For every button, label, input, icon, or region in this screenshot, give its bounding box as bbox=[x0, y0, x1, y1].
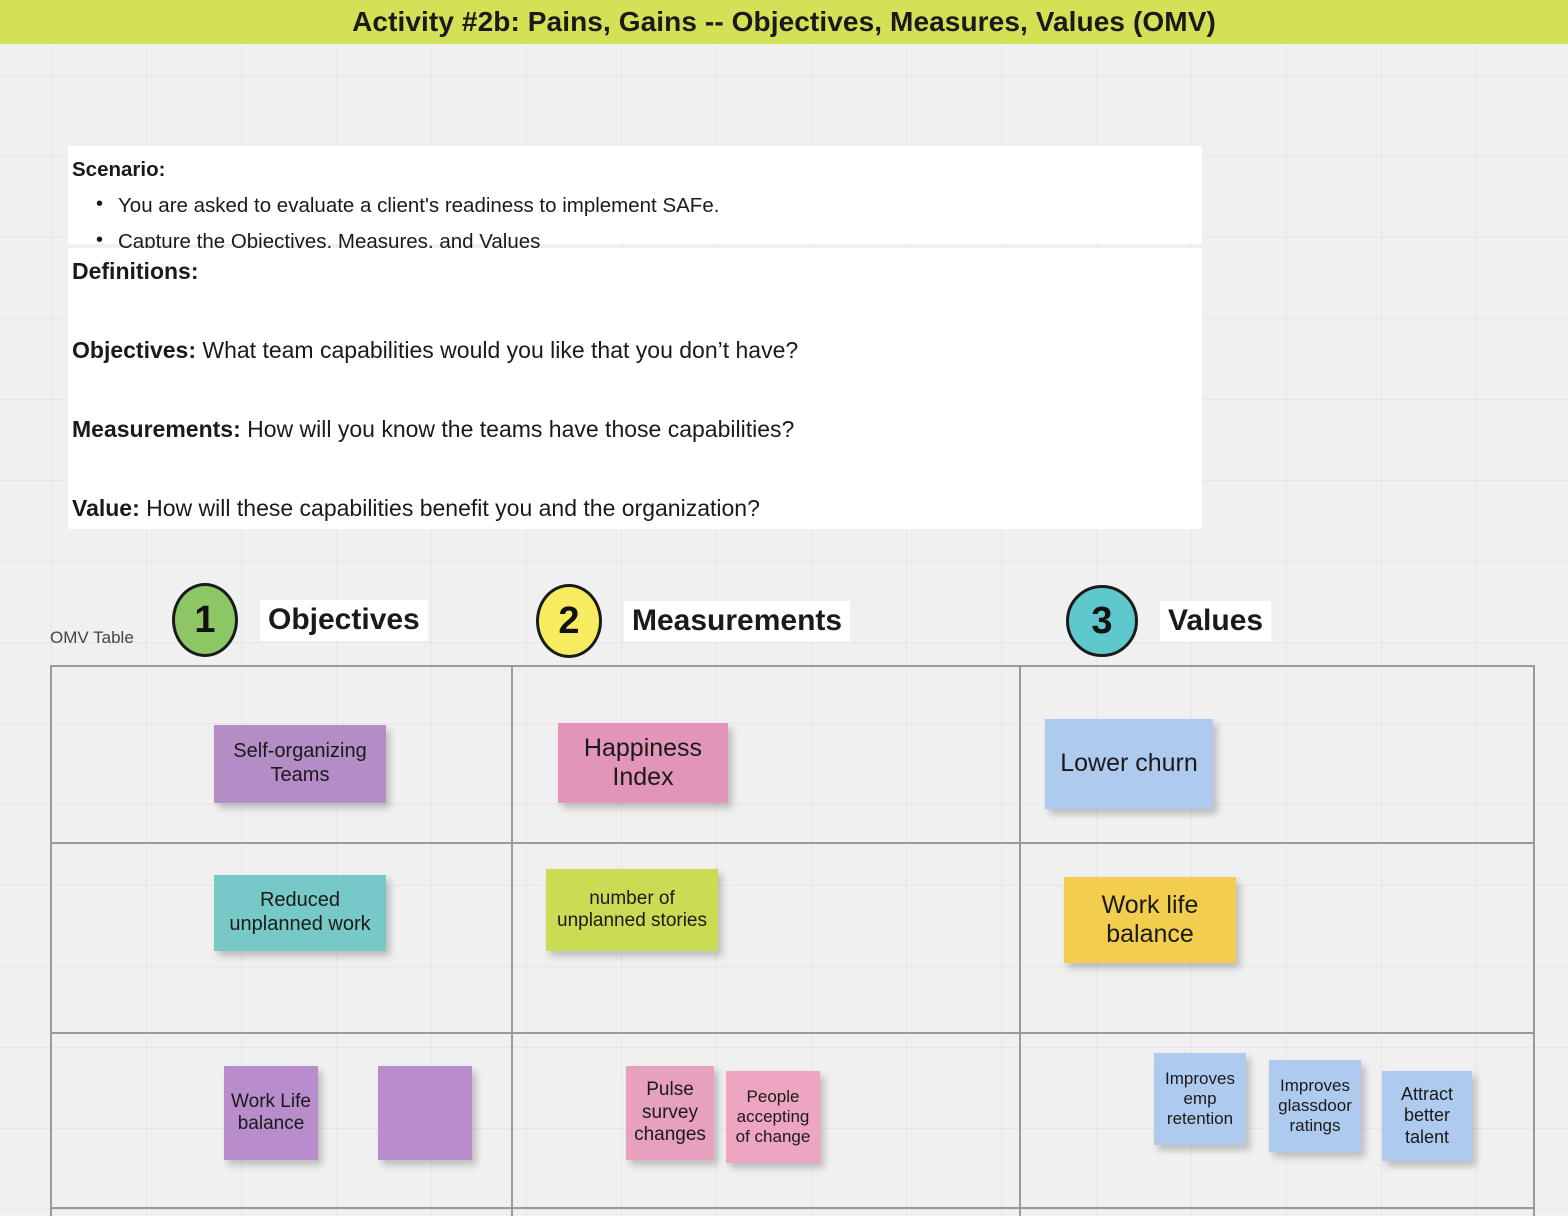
scenario-card: Scenario: • You are asked to evaluate a c… bbox=[68, 146, 1202, 253]
table-row-divider bbox=[52, 842, 1533, 844]
sticky-note[interactable]: Work life balance bbox=[1064, 877, 1236, 963]
sticky-note[interactable]: number of unplanned stories bbox=[546, 869, 718, 951]
scenario-bullet-list: • You are asked to evaluate a client's re… bbox=[68, 193, 1202, 254]
activity-title-banner: Activity #2b: Pains, Gains -- Objectives… bbox=[0, 0, 1568, 44]
scenario-heading: Scenario: bbox=[72, 158, 166, 181]
sticky-note[interactable]: Lower churn bbox=[1045, 719, 1213, 809]
sticky-note[interactable]: People accepting of change bbox=[726, 1071, 820, 1163]
omv-table-label: OMV Table bbox=[50, 628, 134, 647]
list-item: • You are asked to evaluate a client's re… bbox=[68, 193, 1202, 218]
column-title-values: Values bbox=[1160, 600, 1272, 642]
column-header-values: 3 Values bbox=[1066, 585, 1272, 657]
sticky-note[interactable]: Attract better talent bbox=[1382, 1071, 1472, 1161]
table-column-divider bbox=[1019, 667, 1021, 1216]
definitions-card: Definitions: Objectives: What team capab… bbox=[68, 248, 1202, 529]
sticky-note[interactable]: Happiness Index bbox=[558, 723, 728, 803]
definition-value: Value: How will these capabilities benef… bbox=[72, 495, 760, 522]
number-badge-1: 1 bbox=[172, 583, 238, 657]
column-header-objectives: 1 Objectives bbox=[172, 583, 428, 657]
column-title-measurements: Measurements bbox=[624, 600, 851, 642]
sticky-note[interactable]: Improves emp retention bbox=[1154, 1053, 1246, 1145]
table-row-divider bbox=[52, 1207, 1533, 1209]
definition-measurements: Measurements: How will you know the team… bbox=[72, 416, 794, 443]
sticky-note[interactable]: Improves glassdoor ratings bbox=[1269, 1060, 1361, 1152]
definition-objectives: Objectives: What team capabilities would… bbox=[72, 337, 798, 364]
sticky-note[interactable]: Pulse survey changes bbox=[626, 1066, 714, 1160]
definition-text: How will you know the teams have those c… bbox=[240, 416, 795, 442]
definition-text: What team capabilities would you like th… bbox=[196, 337, 799, 363]
sticky-note[interactable]: Reduced unplanned work bbox=[214, 875, 386, 951]
bullet-dot-icon: • bbox=[96, 193, 104, 215]
definition-term: Measurements: bbox=[72, 416, 241, 442]
sticky-note[interactable]: Self-organizing Teams bbox=[214, 725, 386, 803]
number-badge-3: 3 bbox=[1066, 585, 1138, 657]
definitions-heading: Definitions: bbox=[72, 258, 199, 284]
definition-text: How will these capabilities benefit you … bbox=[139, 495, 760, 521]
table-column-divider bbox=[511, 667, 513, 1216]
sticky-note[interactable]: Work Life balance bbox=[224, 1066, 318, 1160]
sticky-note-blank[interactable] bbox=[378, 1066, 472, 1160]
definition-term: Objectives: bbox=[72, 337, 196, 363]
scenario-bullet-text: You are asked to evaluate a client's rea… bbox=[118, 194, 720, 217]
number-badge-2: 2 bbox=[536, 584, 602, 658]
column-header-measurements: 2 Measurements bbox=[536, 584, 851, 658]
table-row-divider bbox=[52, 1032, 1533, 1034]
column-title-objectives: Objectives bbox=[260, 599, 428, 641]
page-title: Activity #2b: Pains, Gains -- Objectives… bbox=[352, 6, 1216, 37]
definition-term: Value: bbox=[72, 495, 140, 521]
